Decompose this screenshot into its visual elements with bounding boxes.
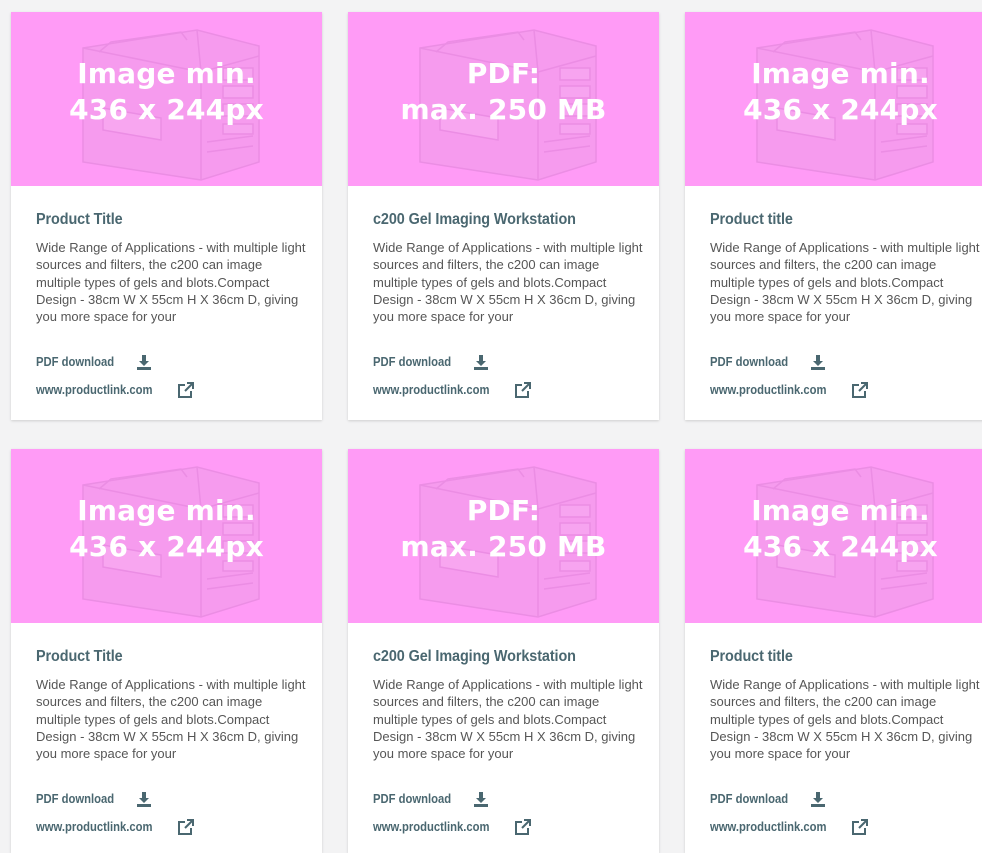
product-image-placeholder: PDF: max. 250 MB [348,449,659,623]
product-image-placeholder: PDF: max. 250 MB [348,12,659,186]
pdf-download-link[interactable]: PDF download [373,789,532,809]
product-title[interactable]: Product title [710,211,955,229]
product-description: Wide Range of Applications - with multip… [36,677,306,762]
pdf-download-label: PDF download [36,355,115,369]
card-body: Product Title Wide Range of Applications… [36,211,308,326]
external-link-icon[interactable] [851,818,869,836]
product-website-label: www.productlink.com [373,383,490,397]
pdf-download-link[interactable]: PDF download [373,352,532,372]
image-overlay-text: Image min. 436 x 244px [685,56,982,128]
overlay-line-1: PDF: [466,494,541,527]
product-card: Image min. 436 x 244px Product Title Wid… [11,12,322,420]
card-body: c200 Gel Imaging Workstation Wide Range … [373,648,645,763]
overlay-line-1: PDF: [466,57,541,90]
product-card-grid: Image min. 436 x 244px Product Title Wid… [0,0,982,853]
card-links: PDF download www.productlink.com [373,789,532,837]
overlay-line-1: Image min. [77,57,256,90]
card-links: PDF download www.productlink.com [710,789,869,837]
overlay-line-1: Image min. [751,494,930,527]
product-description: Wide Range of Applications - with multip… [373,677,643,762]
external-link-icon[interactable] [851,381,869,399]
external-link-icon[interactable] [514,381,532,399]
pdf-download-link[interactable]: PDF download [36,789,195,809]
overlay-line-1: Image min. [77,494,256,527]
download-icon[interactable] [472,353,490,371]
overlay-line-1: Image min. [751,57,930,90]
product-title[interactable]: Product Title [36,648,281,666]
product-title[interactable]: c200 Gel Imaging Workstation [373,211,618,229]
external-link-icon[interactable] [514,818,532,836]
pdf-download-label: PDF download [710,792,789,806]
product-description: Wide Range of Applications - with multip… [373,240,643,325]
card-links: PDF download www.productlink.com [36,352,195,400]
product-card: Image min. 436 x 244px Product title Wid… [685,449,982,853]
product-website-label: www.productlink.com [373,820,490,834]
pdf-download-link[interactable]: PDF download [710,352,869,372]
external-link-icon[interactable] [177,818,195,836]
product-title[interactable]: c200 Gel Imaging Workstation [373,648,618,666]
product-title[interactable]: Product title [710,648,955,666]
card-links: PDF download www.productlink.com [710,352,869,400]
pdf-download-label: PDF download [373,792,452,806]
product-website-label: www.productlink.com [710,383,827,397]
product-image-placeholder: Image min. 436 x 244px [11,449,322,623]
overlay-line-2: max. 250 MB [400,93,607,126]
card-body: Product Title Wide Range of Applications… [36,648,308,763]
overlay-line-2: 436 x 244px [743,530,938,563]
overlay-line-2: 436 x 244px [69,530,264,563]
card-links: PDF download www.productlink.com [36,789,195,837]
product-website-link[interactable]: www.productlink.com [373,380,532,400]
product-description: Wide Range of Applications - with multip… [36,240,306,325]
product-card: PDF: max. 250 MB c200 Gel Imaging Workst… [348,449,659,853]
product-image-placeholder: Image min. 436 x 244px [11,12,322,186]
product-title[interactable]: Product Title [36,211,281,229]
overlay-line-2: 436 x 244px [69,93,264,126]
product-description: Wide Range of Applications - with multip… [710,240,980,325]
product-card: PDF: max. 250 MB c200 Gel Imaging Workst… [348,12,659,420]
image-overlay-text: Image min. 436 x 244px [11,56,322,128]
image-overlay-text: Image min. 436 x 244px [11,493,322,565]
download-icon[interactable] [809,353,827,371]
image-overlay-text: Image min. 436 x 244px [685,493,982,565]
product-card: Image min. 436 x 244px Product Title Wid… [11,449,322,853]
product-website-link[interactable]: www.productlink.com [36,817,195,837]
overlay-line-2: 436 x 244px [743,93,938,126]
card-body: Product title Wide Range of Applications… [710,648,982,763]
product-description: Wide Range of Applications - with multip… [710,677,980,762]
product-website-label: www.productlink.com [36,383,153,397]
product-card: Image min. 436 x 244px Product title Wid… [685,12,982,420]
product-website-label: www.productlink.com [36,820,153,834]
download-icon[interactable] [472,790,490,808]
card-links: PDF download www.productlink.com [373,352,532,400]
external-link-icon[interactable] [177,381,195,399]
image-overlay-text: PDF: max. 250 MB [348,56,659,128]
pdf-download-label: PDF download [36,792,115,806]
product-website-link[interactable]: www.productlink.com [710,380,869,400]
image-overlay-text: PDF: max. 250 MB [348,493,659,565]
product-image-placeholder: Image min. 436 x 244px [685,449,982,623]
product-image-placeholder: Image min. 436 x 244px [685,12,982,186]
overlay-line-2: max. 250 MB [400,530,607,563]
card-body: Product title Wide Range of Applications… [710,211,982,326]
pdf-download-link[interactable]: PDF download [36,352,195,372]
product-website-label: www.productlink.com [710,820,827,834]
pdf-download-label: PDF download [710,355,789,369]
product-website-link[interactable]: www.productlink.com [373,817,532,837]
download-icon[interactable] [135,790,153,808]
product-website-link[interactable]: www.productlink.com [710,817,869,837]
download-icon[interactable] [135,353,153,371]
download-icon[interactable] [809,790,827,808]
pdf-download-label: PDF download [373,355,452,369]
pdf-download-link[interactable]: PDF download [710,789,869,809]
card-body: c200 Gel Imaging Workstation Wide Range … [373,211,645,326]
product-website-link[interactable]: www.productlink.com [36,380,195,400]
